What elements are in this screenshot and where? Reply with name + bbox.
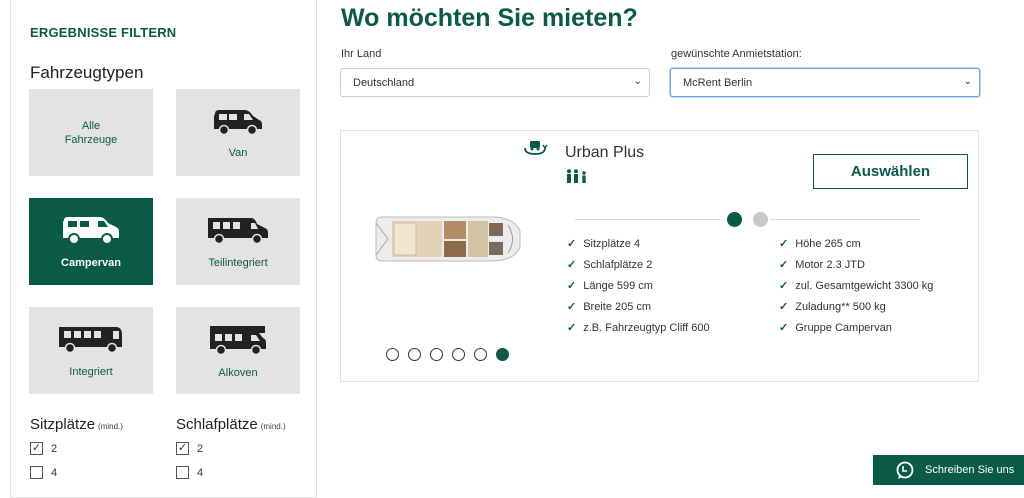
van-icon xyxy=(214,109,262,135)
check-icon: ✓ xyxy=(567,259,577,271)
tile-integriert[interactable]: Integriert xyxy=(29,307,153,394)
tile-all-vehicles[interactable]: Alle Fahrzeuge xyxy=(29,89,153,176)
chat-button[interactable]: Schreiben Sie uns xyxy=(873,455,1024,485)
spec-page-dot-2[interactable] xyxy=(753,212,768,227)
spec-item: ✓ Schlafplätze 2 xyxy=(567,258,653,272)
vehicle-floorplan-image[interactable] xyxy=(374,209,524,269)
spec-item: ✓ Breite 205 cm xyxy=(567,300,652,314)
image-dot-2[interactable] xyxy=(408,348,421,361)
check-icon: ✓ xyxy=(567,301,577,313)
chat-bubble-icon xyxy=(896,461,914,479)
spec-page-dot-1[interactable] xyxy=(727,212,742,227)
beds-checkbox-2[interactable]: ✓ xyxy=(176,442,189,455)
vehicle-card: Urban Plus Auswählen ✓ Sitzplätze 4 ✓ Schl… xyxy=(340,130,979,382)
spec-divider-right xyxy=(770,219,920,220)
image-dot-3[interactable] xyxy=(430,348,443,361)
teilintegriert-icon xyxy=(208,217,268,244)
spec-item: ✓ z.B. Fahrzeugtyp Cliff 600 xyxy=(567,321,710,335)
spec-item: ✓ Länge 599 cm xyxy=(567,279,653,293)
spec-item: ✓ Höhe 265 cm xyxy=(779,237,861,251)
beds-option-2[interactable]: ✓ 2 xyxy=(176,442,203,455)
seats-option-4[interactable]: 4 xyxy=(30,466,57,479)
spec-item: ✓ Gruppe Campervan xyxy=(779,321,892,335)
seats-option-2[interactable]: ✓ 2 xyxy=(30,442,57,455)
country-label: Ihr Land xyxy=(341,48,382,60)
tile-van-label: Van xyxy=(228,146,248,159)
check-icon: ✓ xyxy=(567,322,577,334)
spec-item: ✓ Sitzplätze 4 xyxy=(567,237,641,251)
beds-heading: Schlafplätze (mind.) xyxy=(176,416,286,433)
check-icon: ✓ xyxy=(779,301,789,313)
tile-integriert-label: Integriert xyxy=(69,365,113,378)
tile-van[interactable]: Van xyxy=(176,89,300,176)
select-vehicle-button[interactable]: Auswählen xyxy=(813,154,968,189)
seats-checkbox-4[interactable] xyxy=(30,466,43,479)
rotate-view-icon[interactable] xyxy=(522,139,548,157)
vehicle-types-heading: Fahrzeugtypen xyxy=(30,63,144,82)
check-icon: ✓ xyxy=(779,322,789,334)
station-select[interactable]: McRent Berlin ⌄ xyxy=(670,68,980,97)
seats-heading: Sitzplätze (mind.) xyxy=(30,416,123,433)
seats-checkbox-2[interactable]: ✓ xyxy=(30,442,43,455)
country-select[interactable]: Deutschland ⌄ xyxy=(340,68,650,97)
alkoven-icon xyxy=(210,325,266,355)
chevron-down-icon: ⌄ xyxy=(633,76,642,87)
tile-teilintegriert[interactable]: Teilintegriert xyxy=(176,198,300,285)
station-label: gewünschte Anmietstation: xyxy=(671,48,802,60)
integriert-icon xyxy=(59,326,122,353)
chat-button-label: Schreiben Sie uns xyxy=(925,464,1015,476)
tile-all-vehicles-label: Alle Fahrzeuge xyxy=(64,119,118,146)
spec-item: ✓ Motor 2.3 JTD xyxy=(779,258,865,272)
beds-checkbox-4[interactable] xyxy=(176,466,189,479)
check-icon: ✓ xyxy=(779,280,789,292)
tile-campervan-label: Campervan xyxy=(61,256,121,269)
image-dot-1[interactable] xyxy=(386,348,399,361)
filter-title: ERGEBNISSE FILTERN xyxy=(30,25,177,40)
image-dot-4[interactable] xyxy=(452,348,465,361)
image-dot-6[interactable] xyxy=(496,348,509,361)
spec-item: ✓ zul. Gesamtgewicht 3300 kg xyxy=(779,279,934,293)
page-title: Wo möchten Sie mieten? xyxy=(341,4,638,32)
check-icon: ✓ xyxy=(567,280,577,292)
beds-option-4[interactable]: 4 xyxy=(176,466,203,479)
spec-divider-left xyxy=(575,219,721,220)
check-icon: ✓ xyxy=(779,238,789,250)
check-icon: ✓ xyxy=(567,238,577,250)
persons-icon xyxy=(567,169,586,183)
filter-sidebar: ERGEBNISSE FILTERN Fahrzeugtypen Alle Fa… xyxy=(10,0,317,498)
tile-alkoven-label: Alkoven xyxy=(218,366,258,379)
check-icon: ✓ xyxy=(779,259,789,271)
campervan-icon xyxy=(63,216,119,245)
spec-item: ✓ Zuladung** 500 kg xyxy=(779,300,886,314)
vehicle-name: Urban Plus xyxy=(565,144,645,161)
chevron-down-icon: ⌄ xyxy=(963,76,972,87)
tile-teilintegriert-label: Teilintegriert xyxy=(208,256,268,269)
image-dot-5[interactable] xyxy=(474,348,487,361)
tile-alkoven[interactable]: Alkoven xyxy=(176,307,300,394)
tile-campervan[interactable]: Campervan xyxy=(29,198,153,285)
